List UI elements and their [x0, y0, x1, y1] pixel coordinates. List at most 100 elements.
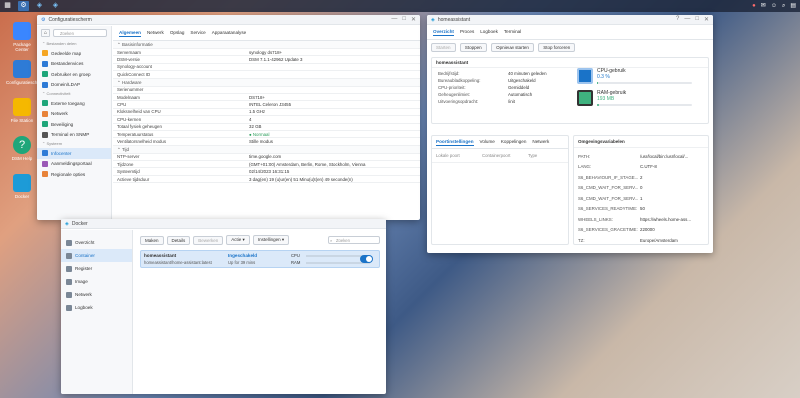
sidebar-item-aanmeldingsportaal[interactable]: Aanmeldingsportaal [37, 159, 111, 170]
search-icon[interactable]: ⌕ [782, 1, 785, 11]
minimize-icon[interactable]: — [684, 16, 690, 23]
subtab-volume[interactable]: Volume [480, 138, 495, 146]
help-icon[interactable]: ? [676, 16, 679, 23]
tab-proces[interactable]: Proces [460, 28, 474, 36]
cpu-value: 0.3 % [597, 74, 610, 80]
control-panel-icon[interactable]: ⚙ [18, 1, 29, 11]
docker-icon[interactable]: ◈ [34, 1, 45, 11]
sidebar-item-domein-ldap[interactable]: Domein/LDAP [37, 80, 111, 91]
subtab-poortinstellingen[interactable]: Poortinstellingen [436, 138, 474, 146]
desktop-icon-file-station[interactable]: File Station [6, 98, 38, 123]
panel-title: homeassistant [432, 58, 708, 68]
subtab-netwerk[interactable]: Netwerk [532, 138, 549, 146]
restart-button[interactable]: Opnieuw starten [491, 43, 534, 52]
stop-button[interactable]: Stoppen [459, 43, 487, 52]
ram-value: 193 MB [597, 96, 615, 102]
docker-icon [13, 174, 31, 192]
info-row: Tijdzone (GMT+01:00) Amsterdam, Berlin, R… [113, 161, 420, 169]
action-dropdown[interactable]: Actie ▾ [226, 235, 250, 245]
docker-icon[interactable]: ◈ [50, 1, 61, 11]
info-value: 3 dag(en) 19 (u)ur(en) 51 Minu(u)t(en) 4… [249, 176, 353, 182]
sidebar-item-beveiliging[interactable]: Beveiliging [37, 119, 111, 130]
env-value: 220000 [640, 227, 655, 233]
tab-logboek[interactable]: Logboek [480, 28, 498, 36]
ram-icon [577, 90, 593, 106]
desktop-icon-dsm-help[interactable]: ? DSM Help [6, 136, 38, 161]
create-button[interactable]: Maken [140, 235, 164, 245]
sidebar-item-infocenter[interactable]: Infocenter [37, 148, 111, 159]
home-icon[interactable]: ⌂ [41, 29, 50, 37]
start-button[interactable]: Starten [431, 43, 456, 52]
sidebar-item-externe-toegang[interactable]: Externe toegang [37, 98, 111, 109]
tab-overzicht[interactable]: Overzicht [433, 28, 454, 36]
tab-algemeen[interactable]: Algemeen [119, 29, 141, 37]
container-status: Ingeschakeld [228, 253, 258, 258]
sidebar-item-image[interactable]: Image [61, 275, 132, 288]
section-header: ⌃ Basisinformatie [113, 41, 420, 49]
config-window: ⚙ Configuratiescherm — □ ✕ ⌂ Zoeken ⌃ Be… [37, 15, 420, 220]
force-stop-button[interactable]: Stop forceren [538, 43, 576, 52]
env-key: S6_SERVICES_GRACETIME: [578, 227, 638, 233]
search-input[interactable]: ⌕ Zoeken [328, 236, 380, 244]
minimize-icon[interactable]: — [391, 16, 397, 23]
sidebar-item-terminal-en-snmp[interactable]: Terminal en SNMP [37, 130, 111, 141]
tab-netwerk[interactable]: Netwerk [147, 29, 164, 37]
sidebar-item-overzicht[interactable]: Overzicht [61, 236, 132, 249]
docker-titlebar[interactable]: ◈ Docker [61, 219, 386, 229]
sidebar-item-register[interactable]: Register [61, 262, 132, 275]
widgets-icon[interactable]: ▤ [790, 1, 796, 11]
container-icon [66, 252, 72, 259]
sidebar-section-header: ⌃ Systeem [42, 141, 63, 146]
sidebar-item-netwerk[interactable]: Netwerk [61, 288, 132, 301]
desktop-icon-configuratiescherm[interactable]: Configuratiescherm [6, 60, 45, 85]
docker-sidebar: Overzicht Container Register Image Netwerk Lo… [61, 230, 133, 394]
details-button[interactable]: Details [166, 235, 191, 245]
user-icon[interactable]: ☺ [771, 1, 777, 11]
sidebar-item-netwerk[interactable]: Netwerk [37, 109, 111, 120]
ha-overview-panel: homeassistant Bedrijfstijd: 40 minuten ge… [431, 57, 709, 124]
tab-service[interactable]: Service [190, 29, 205, 37]
maximize-icon[interactable]: □ [695, 16, 699, 23]
ha-titlebar[interactable]: ◈ homeassistant ? — □ ✕ [427, 15, 713, 25]
search-placeholder: Zoeken [336, 238, 350, 243]
tab-opslag[interactable]: Opslag [170, 29, 185, 37]
config-titlebar[interactable]: ⚙ Configuratiescherm — □ ✕ [37, 15, 420, 25]
sidebar-item-regionale-opties[interactable]: Regionale opties [37, 169, 111, 180]
subtab-koppelingen[interactable]: Koppelingen [501, 138, 527, 146]
desktop: ▦ ⚙ ◈ ◈ ● ✉ ☺ ⌕ ▤ Package Center Configu… [0, 0, 800, 398]
notification-icon[interactable]: ● [752, 1, 756, 11]
close-icon[interactable]: ✕ [411, 16, 416, 23]
sidebar-item-gebruiker-en-groep[interactable]: Gebruiker en groep [37, 69, 111, 80]
detail-row: Geheugenlimiet: Automatisch [438, 91, 568, 98]
close-icon[interactable]: ✕ [704, 16, 709, 23]
sidebar-item-label: Beveiliging [51, 121, 74, 127]
info-key: CPU [117, 102, 127, 108]
ports-panel: Poortinstellingen Volume Koppelingen Net… [431, 135, 569, 245]
chat-icon[interactable]: ✉ [761, 1, 766, 11]
info-table: ⌃ Basisinformatie Servernaam synology ds71… [113, 41, 420, 184]
settings-dropdown[interactable]: Instellingen ▾ [252, 235, 290, 245]
edit-button[interactable]: Bewerken [193, 235, 224, 245]
env-value: 0 [640, 185, 643, 191]
search-input[interactable]: Zoeken [53, 29, 107, 37]
sidebar-item-container[interactable]: Container [61, 249, 132, 262]
cpu-bar [597, 82, 692, 84]
column-header: Type [528, 153, 538, 158]
env-row: PATH: /usr/local/bin:/usr/local/... [578, 151, 704, 162]
sidebar-item-bestandenvices[interactable]: Bestandenvices [37, 59, 111, 70]
container-toggle[interactable] [360, 255, 373, 263]
sidebar-item-gedeelde-map[interactable]: Gedeelde map [37, 48, 111, 59]
info-row: DSM-versie DSM 7.1.1-42962 Update 3 [113, 56, 420, 64]
container-row[interactable]: homeassistant homeassistant/home-assista… [140, 250, 380, 268]
tab-terminal[interactable]: Terminal [504, 28, 521, 36]
grid-icon[interactable]: ▦ [2, 1, 13, 11]
env-row: S6_CMD_WAIT_FOR_SERV... 1 [578, 193, 704, 204]
detail-row: Bedrijfstijd: 40 minuten geleden [438, 70, 568, 77]
beveiliging-icon [42, 121, 48, 128]
desktop-icon-package-center[interactable]: Package Center [6, 22, 38, 52]
maximize-icon[interactable]: □ [402, 16, 406, 23]
desktop-icon-docker[interactable]: Docker [6, 174, 38, 199]
tab-apparaatanalyse[interactable]: Apparaatanalyse [212, 29, 246, 37]
detail-key: Geheugenlimiet: [438, 92, 470, 97]
sidebar-item-logboek[interactable]: Logboek [61, 301, 132, 314]
